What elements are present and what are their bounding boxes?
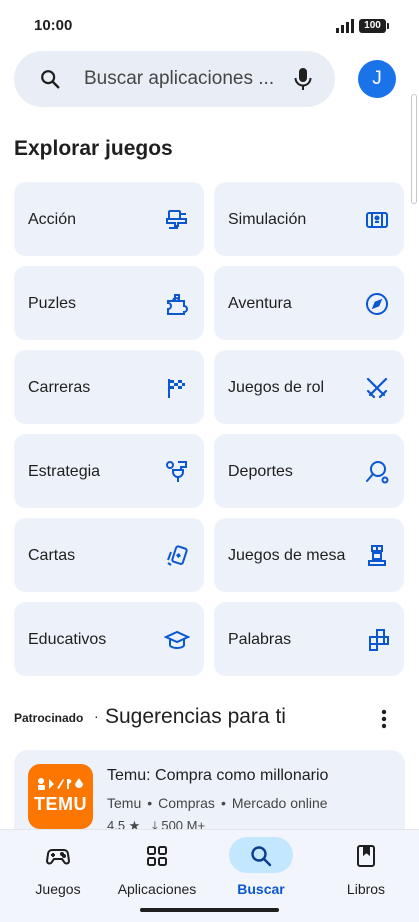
category-label: Cartas <box>28 546 76 564</box>
word-tiles-icon <box>364 627 390 653</box>
category-tile-accion[interactable]: Acción <box>14 182 204 256</box>
crossed-swords-icon <box>364 375 390 401</box>
app-category: Compras <box>158 795 215 811</box>
category-label: Educativos <box>28 630 107 648</box>
signal-icon <box>336 19 354 33</box>
category-label: Acción <box>28 210 77 228</box>
category-label: Juegos de rol <box>228 378 325 396</box>
category-tile-simulacion[interactable]: Simulación <box>214 182 404 256</box>
simulation-icon <box>364 207 390 233</box>
category-tile-palabras[interactable]: Palabras <box>214 602 404 676</box>
nav-label: Buscar <box>237 881 285 897</box>
microphone-icon[interactable] <box>292 66 314 92</box>
category-label: Estrategia <box>28 462 101 480</box>
category-label: Carreras <box>28 378 91 396</box>
cards-icon <box>164 543 190 569</box>
nav-label: Libros <box>346 881 386 897</box>
board-game-icon <box>364 543 390 569</box>
app-developer: Temu <box>107 795 142 811</box>
section-title-explore: Explorar juegos <box>14 137 173 160</box>
compass-icon <box>364 291 390 317</box>
search-bar[interactable]: Buscar aplicaciones ... <box>14 51 335 107</box>
status-time: 10:00 <box>34 17 73 34</box>
app-tag: Mercado online <box>231 795 328 811</box>
graduation-cap-icon <box>163 627 191 653</box>
more-options-icon[interactable] <box>380 708 388 730</box>
category-label: Palabras <box>228 630 292 648</box>
category-tile-cartas[interactable]: Cartas <box>14 518 204 592</box>
sponsored-label: Patrocinado <box>14 711 84 725</box>
nav-item-libros[interactable]: Libros <box>308 830 412 900</box>
category-label: Puzles <box>28 294 77 312</box>
battery-icon: 100 <box>359 19 389 33</box>
search-input[interactable]: Buscar aplicaciones ... <box>84 68 274 90</box>
avatar[interactable]: J <box>358 60 396 98</box>
nav-item-buscar[interactable]: Buscar <box>203 830 307 900</box>
checkered-flag-icon <box>164 375 190 401</box>
status-bar: 10:00 100 <box>0 0 419 50</box>
app-meta: Temu • Compras • Mercado online <box>107 795 328 811</box>
temu-logo: TEMU <box>28 764 93 829</box>
category-label: Simulación <box>228 210 307 228</box>
category-tile-carreras[interactable]: Carreras <box>14 350 204 424</box>
category-label: Juegos de mesa <box>228 546 346 564</box>
suggestions-title: Sugerencias para ti <box>105 705 286 728</box>
nav-label: Aplicaciones <box>117 881 197 897</box>
category-tile-aventura[interactable]: Aventura <box>214 266 404 340</box>
meta-separator: • <box>147 795 153 811</box>
app-name: Temu: Compra como millonario <box>107 767 329 784</box>
home-indicator <box>140 908 279 912</box>
strategy-icon <box>164 459 190 485</box>
gamepad-icon <box>46 849 70 865</box>
search-icon <box>251 846 272 867</box>
nav-item-aplicaciones[interactable]: Aplicaciones <box>99 830 203 900</box>
temu-glyphs-icon <box>38 778 83 790</box>
category-tile-juegos-de-rol[interactable]: Juegos de rol <box>214 350 404 424</box>
sports-icon <box>364 459 390 485</box>
separator-dot: · <box>94 708 99 724</box>
category-tile-estrategia[interactable]: Estrategia <box>14 434 204 508</box>
action-icon <box>164 207 190 233</box>
category-label: Aventura <box>228 294 292 312</box>
category-label: Deportes <box>228 462 293 480</box>
category-tile-deportes[interactable]: Deportes <box>214 434 404 508</box>
search-icon[interactable] <box>39 68 61 90</box>
apps-grid-icon <box>147 846 167 866</box>
category-tile-educativos[interactable]: Educativos <box>14 602 204 676</box>
suggestions-header: Patrocinado · Sugerencias para ti <box>14 704 405 734</box>
scrollbar[interactable] <box>411 94 417 204</box>
meta-separator: • <box>220 795 226 811</box>
temu-logo-text: TEMU <box>34 794 87 814</box>
nav-item-juegos[interactable]: Juegos <box>0 830 104 900</box>
book-icon <box>357 845 375 867</box>
puzzle-icon <box>164 291 190 317</box>
app-card-temu[interactable]: TEMU Temu: Compra como millonario Temu • C… <box>14 750 405 840</box>
category-tile-puzles[interactable]: Puzles <box>14 266 204 340</box>
category-tile-juegos-de-mesa[interactable]: Juegos de mesa <box>214 518 404 592</box>
